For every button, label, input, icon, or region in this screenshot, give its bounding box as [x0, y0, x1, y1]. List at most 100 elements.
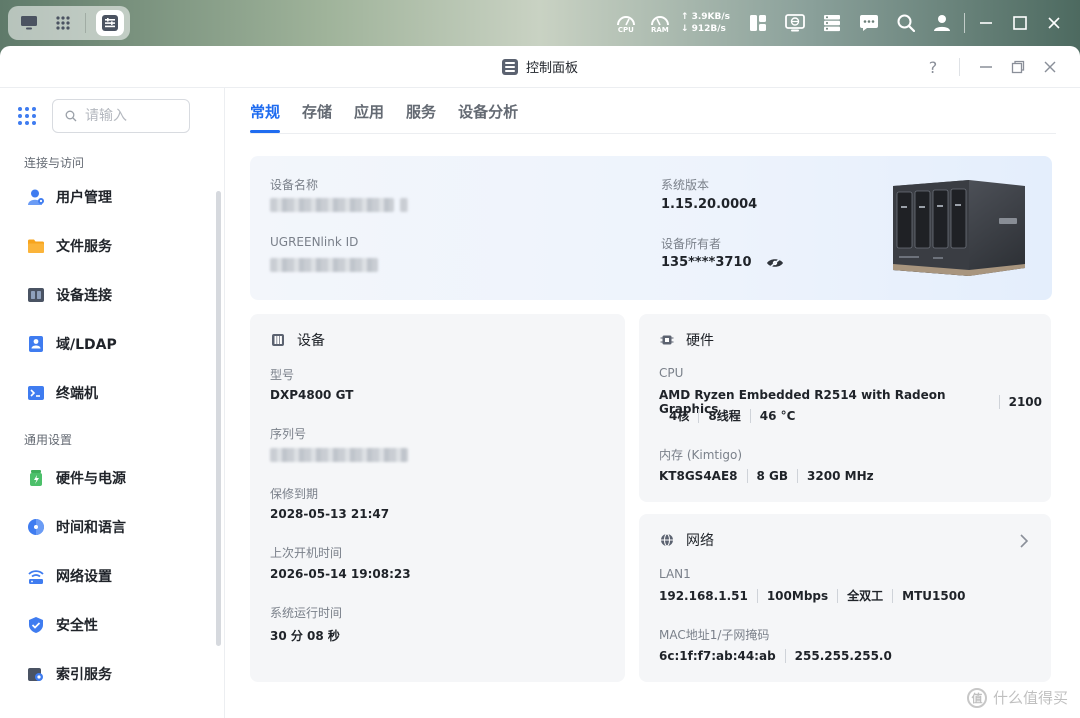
tab-bar: 常规 存储 应用 服务 设备分析 [250, 88, 1056, 134]
restore-icon [1011, 60, 1025, 74]
shield-icon [26, 615, 46, 635]
widgets-button[interactable] [740, 0, 776, 46]
close-desktop-button[interactable] [1037, 0, 1080, 46]
window-minimize-button[interactable] [970, 51, 1002, 83]
sidebar-item-ldap[interactable]: 域/LDAP [0, 319, 224, 368]
window-titlebar[interactable]: 控制面板 ? [0, 46, 1080, 88]
network-info-card[interactable]: 网络 LAN1 192.168.1.51 100Mbps 全双工 MTU1500… [639, 514, 1051, 682]
maximize-all-button[interactable] [1003, 0, 1037, 46]
ugreenlink-id-value-redacted [270, 257, 378, 276]
site-watermark: 值 什么值得买 [966, 687, 1068, 708]
subnet-mask: 255.255.255.0 [784, 649, 901, 663]
owner-row: 135****3710 [661, 255, 784, 270]
sidebar-item-label: 硬件与电源 [56, 470, 126, 487]
sidebar-item-terminal[interactable]: 终端机 [0, 368, 224, 417]
monitor-icon [21, 16, 38, 30]
last-boot-label: 上次开机时间 [270, 546, 343, 560]
control-panel-taskbar-button[interactable] [95, 10, 124, 36]
app-launcher [8, 6, 130, 40]
chevron-right-icon[interactable] [1019, 534, 1029, 548]
help-button[interactable]: ? [917, 51, 949, 83]
window-title: 控制面板 [525, 61, 578, 76]
sidebar-item-user-management[interactable]: 用户管理 [0, 172, 224, 221]
network-settings-icon [26, 566, 46, 586]
sidebar-item-file-services[interactable]: 文件服务 [0, 221, 224, 270]
memory-info-line: KT8GS4AE8 8 GB 3200 MHz [659, 469, 883, 483]
network-card-header: 网络 [660, 530, 714, 550]
user-icon [26, 187, 46, 207]
watermark-logo: 值 [966, 687, 987, 708]
ram-monitor[interactable]: RAM [643, 0, 677, 46]
remote-desktop-button[interactable] [776, 0, 814, 46]
main-content: 常规 存储 应用 服务 设备分析 设备名称 UGREENlink ID 系统版本… [225, 88, 1080, 718]
global-search-button[interactable] [888, 0, 924, 46]
cpu-threads: 8线程 [698, 409, 749, 423]
tray-divider [964, 13, 965, 33]
lan-mtu: MTU1500 [892, 589, 974, 603]
tab-services[interactable]: 服务 [406, 87, 436, 133]
sidebar-item-network-settings[interactable]: 网络设置 [0, 551, 224, 600]
lan-info-line: 192.168.1.51 100Mbps 全双工 MTU1500 [659, 589, 974, 603]
user-account-button[interactable] [924, 0, 960, 46]
server-list-icon [824, 15, 840, 32]
tab-general[interactable]: 常规 [250, 87, 281, 133]
sidebar-item-label: 文件服务 [56, 238, 112, 255]
maximize-icon [1013, 16, 1027, 30]
upload-speed: ↑ 3.9KB/s [680, 12, 730, 22]
tab-storage[interactable]: 存储 [302, 87, 332, 133]
window-close-button[interactable] [1034, 51, 1066, 83]
sidebar-scrollbar[interactable] [216, 191, 221, 646]
window-restore-button[interactable] [1002, 51, 1034, 83]
sidebar-item-label: 网络设置 [56, 568, 112, 585]
task-manager-button[interactable] [814, 0, 850, 46]
cpu-monitor[interactable]: CPU [609, 0, 643, 46]
close-icon [1048, 17, 1060, 29]
hardware-power-icon [26, 468, 46, 488]
ugreenlink-id-label: UGREENlink ID [270, 235, 359, 249]
network-speed[interactable]: ↑ 3.9KB/s ↓ 912B/s [677, 0, 740, 46]
globe-monitor-icon [785, 14, 805, 32]
all-apps-button[interactable] [48, 9, 78, 37]
app-grid-icon[interactable] [18, 107, 36, 125]
index-service-icon [26, 664, 46, 684]
device-name-label: 设备名称 [270, 178, 319, 192]
section-title-general: 通用设置 [24, 433, 73, 447]
sidebar-item-security[interactable]: 安全性 [0, 600, 224, 649]
hardware-card-title: 硬件 [686, 333, 714, 349]
download-speed: ↓ 912B/s [680, 24, 726, 34]
cpu-info-label: CPU [659, 366, 684, 380]
sidebar-item-label: 终端机 [56, 385, 98, 402]
uptime-value: 30 分 08 秒 [270, 629, 340, 643]
sidebar-item-device-connection[interactable]: 设备连接 [0, 270, 224, 319]
sidebar-header [0, 88, 224, 144]
control-panel-icon [501, 58, 518, 75]
help-icon: ? [928, 57, 938, 77]
cpu-frequency: 2100 [998, 395, 1051, 409]
window-title-group: 控制面板 [501, 57, 578, 76]
mac-info-line: 6c:1f:f7:ab:44:ab 255.255.255.0 [659, 649, 901, 663]
search-icon [65, 110, 77, 122]
search-input[interactable] [85, 108, 175, 124]
terminal-icon [26, 383, 46, 403]
sidebar-item-label: 时间和语言 [56, 519, 126, 536]
system-taskbar: CPU RAM ↑ 3.9KB/s ↓ 912B/s [0, 0, 1080, 46]
sidebar-item-hardware-power[interactable]: 硬件与电源 [0, 453, 224, 502]
grid-dots-icon [56, 16, 71, 30]
network-card-title: 网络 [686, 533, 714, 549]
minimize-icon [980, 22, 992, 24]
device-card-title: 设备 [297, 333, 325, 349]
sidebar-item-index-service[interactable]: 索引服务 [0, 649, 224, 698]
minimize-all-button[interactable] [969, 0, 1003, 46]
window-controls: ? [917, 46, 1066, 88]
desktop-button[interactable] [14, 9, 44, 37]
tab-device-analysis[interactable]: 设备分析 [458, 87, 518, 133]
folder-icon [26, 236, 46, 256]
model-label: 型号 [270, 368, 295, 382]
eye-off-icon[interactable] [766, 256, 784, 269]
sidebar-item-time-language[interactable]: 时间和语言 [0, 502, 224, 551]
messages-button[interactable] [850, 0, 888, 46]
device-overview-panel: 设备名称 UGREENlink ID 系统版本 1.15.20.0004 设备所… [250, 156, 1052, 300]
tab-applications[interactable]: 应用 [354, 87, 384, 133]
sidebar-item-label: 域/LDAP [56, 336, 117, 353]
section-title-connect: 连接与访问 [24, 156, 85, 170]
